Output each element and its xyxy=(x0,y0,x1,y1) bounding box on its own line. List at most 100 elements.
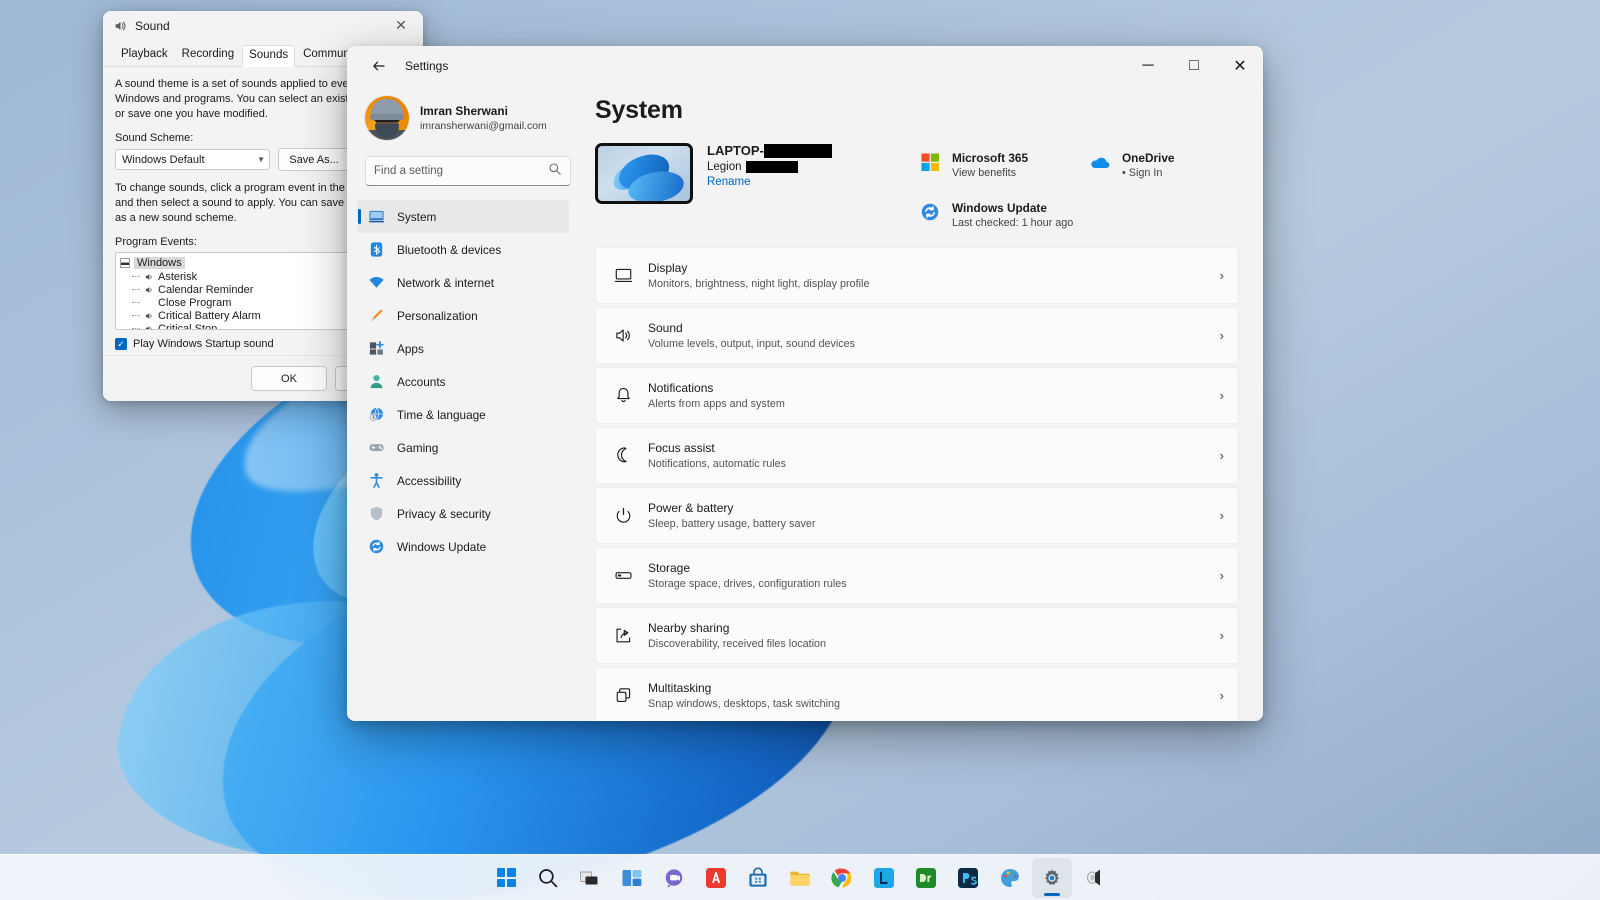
monitor-icon xyxy=(368,208,385,225)
chrome-glyph xyxy=(831,867,852,887)
sidebar-item-label: Accounts xyxy=(397,374,446,389)
sidebar-item-windows-update[interactable]: Windows Update xyxy=(357,530,569,563)
ok-button[interactable]: OK xyxy=(251,366,327,391)
list-item-label: Critical Battery Alarm xyxy=(158,309,261,322)
back-arrow-icon[interactable] xyxy=(363,50,395,82)
user-profile[interactable]: Imran Sherwani imransherwani@gmail.com xyxy=(357,86,569,140)
tree-line xyxy=(132,302,140,303)
lightroom-icon[interactable] xyxy=(864,858,904,898)
sidebar-item-system[interactable]: System xyxy=(357,200,569,233)
sound-control-icon[interactable] xyxy=(1074,858,1114,898)
device-model-text: Legion xyxy=(707,161,742,173)
settings-icon[interactable] xyxy=(1032,857,1072,898)
speaker-icon xyxy=(145,325,152,329)
quick-card-sub: Sign In xyxy=(1122,166,1174,181)
settings-row-multitasking[interactable]: Multitasking Snap windows, desktops, tas… xyxy=(595,667,1239,721)
chat-icon[interactable] xyxy=(654,858,694,898)
widgets-icon[interactable] xyxy=(612,858,652,898)
photoshop-glyph xyxy=(958,867,978,888)
file-explorer-icon[interactable] xyxy=(780,858,820,898)
tab-playback[interactable]: Playback xyxy=(115,45,174,67)
settings-row-nearby-sharing[interactable]: Nearby sharing Discoverability, received… xyxy=(595,607,1239,664)
sidebar-item-time-language[interactable]: Time & language xyxy=(357,398,569,431)
photoshop-icon[interactable] xyxy=(948,858,988,898)
quick-card-onedrive[interactable]: OneDrive Sign In xyxy=(1089,151,1239,181)
tab-recording[interactable]: Recording xyxy=(176,45,240,67)
sidebar-item-label: Apps xyxy=(397,341,424,356)
list-item-label: Critical Stop xyxy=(158,322,218,330)
shield-icon xyxy=(368,505,385,522)
sidebar-item-personalization[interactable]: Personalization xyxy=(357,299,569,332)
sound-dialog-titlebar[interactable]: Sound ✕ xyxy=(103,11,423,40)
dreamweaver-glyph xyxy=(916,867,936,888)
settings-row-sound[interactable]: Sound Volume levels, output, input, soun… xyxy=(595,307,1239,364)
avatar-beanie xyxy=(370,99,404,120)
sidebar-item-gaming[interactable]: Gaming xyxy=(357,431,569,464)
quick-card-microsoft-365[interactable]: Microsoft 365 View benefits xyxy=(919,151,1089,181)
sidebar-item-apps[interactable]: Apps xyxy=(357,332,569,365)
user-email: imransherwani@gmail.com xyxy=(420,119,547,132)
start-button-icon[interactable] xyxy=(486,858,526,898)
settings-row-title: Sound xyxy=(648,320,683,335)
tree-line xyxy=(132,276,140,277)
sidebar-item-privacy-security[interactable]: Privacy & security xyxy=(357,497,569,530)
save-as-button[interactable]: Save As... xyxy=(278,148,350,171)
list-item-label: Asterisk xyxy=(158,270,198,283)
microsoft-store-icon[interactable] xyxy=(738,858,778,898)
maximize-button[interactable]: □ xyxy=(1171,46,1217,86)
settings-row-sub: Alerts from apps and system xyxy=(648,397,785,410)
settings-row-sub: Volume levels, output, input, sound devi… xyxy=(648,337,856,350)
tree-line xyxy=(132,328,140,329)
close-icon[interactable]: ✕ xyxy=(379,11,423,40)
adobe-animate-icon[interactable] xyxy=(696,858,736,898)
settings-row-notifications[interactable]: Notifications Alerts from apps and syste… xyxy=(595,367,1239,424)
settings-row-storage[interactable]: Storage Storage space, drives, configura… xyxy=(595,547,1239,604)
google-chrome-icon[interactable] xyxy=(822,858,862,898)
play-startup-sound-checkbox[interactable]: ✓ xyxy=(115,338,127,350)
minimize-button[interactable]: ─ xyxy=(1125,46,1171,86)
folder-glyph xyxy=(790,871,810,886)
store-glyph xyxy=(749,866,767,887)
search-box[interactable] xyxy=(365,156,571,186)
task-view-icon[interactable] xyxy=(570,858,610,898)
sidebar-item-label: Privacy & security xyxy=(397,506,491,521)
quick-card-title: OneDrive xyxy=(1122,151,1175,165)
settings-row-sub: Monitors, brightness, night light, displ… xyxy=(648,277,870,290)
desktop: Sound ✕ Playback Recording Sounds Commun… xyxy=(0,0,1600,900)
sound-scheme-select[interactable]: Windows Default ▼ xyxy=(115,149,270,170)
settings-row-display[interactable]: Display Monitors, brightness, night ligh… xyxy=(595,247,1239,304)
sidebar-item-accessibility[interactable]: Accessibility xyxy=(357,464,569,497)
tree-root-label: Windows xyxy=(134,257,185,269)
search-icon[interactable] xyxy=(528,858,568,898)
gamepad-icon xyxy=(368,439,385,456)
sound-dialog-title: Sound xyxy=(135,18,170,33)
sidebar-item-network-internet[interactable]: Network & internet xyxy=(357,266,569,299)
rename-link[interactable]: Rename xyxy=(707,176,832,188)
sidebar-item-label: Accessibility xyxy=(397,473,462,488)
settings-titlebar[interactable]: Settings ─ □ ✕ xyxy=(347,46,1263,86)
sidebar-item-accounts[interactable]: Accounts xyxy=(357,365,569,398)
dreamweaver-icon[interactable] xyxy=(906,858,946,898)
chevron-right-icon: › xyxy=(1219,568,1224,583)
chevron-right-icon: › xyxy=(1219,688,1224,703)
quick-card-windows-update[interactable]: Windows Update Last checked: 1 hour ago xyxy=(919,201,1089,231)
chevron-right-icon: › xyxy=(1219,508,1224,523)
quick-card-sub: Last checked: 1 hour ago xyxy=(952,217,1074,229)
sidebar-item-bluetooth-devices[interactable]: Bluetooth & devices xyxy=(357,233,569,266)
settings-rows-list: Display Monitors, brightness, night ligh… xyxy=(595,247,1239,721)
expander-icon[interactable]: ▬ xyxy=(120,258,130,268)
sidebar-item-label: Network & internet xyxy=(397,275,495,290)
close-button[interactable]: ✕ xyxy=(1217,46,1263,86)
accessibility-icon xyxy=(368,472,385,489)
avatar[interactable] xyxy=(365,96,409,140)
settings-row-focus-assist[interactable]: Focus assist Notifications, automatic ru… xyxy=(595,427,1239,484)
tab-sounds[interactable]: Sounds xyxy=(242,45,296,67)
settings-window[interactable]: Settings ─ □ ✕ Imran Sherwani imransherw… xyxy=(347,46,1263,721)
search-input[interactable] xyxy=(374,165,548,177)
search-icon[interactable] xyxy=(548,162,562,181)
chevron-down-icon: ▼ xyxy=(257,155,265,164)
paint-icon[interactable] xyxy=(990,858,1030,898)
settings-row-power-battery[interactable]: Power & battery Sleep, battery usage, ba… xyxy=(595,487,1239,544)
play-startup-sound-label: Play Windows Startup sound xyxy=(133,338,274,350)
settings-row-sub: Discoverability, received files location xyxy=(648,637,827,650)
